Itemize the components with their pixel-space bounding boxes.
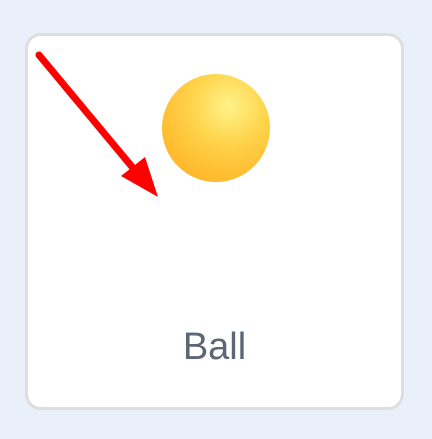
sprite-label: Ball (182, 326, 247, 368)
ball-icon (162, 74, 270, 182)
screen: Ball (0, 0, 432, 439)
